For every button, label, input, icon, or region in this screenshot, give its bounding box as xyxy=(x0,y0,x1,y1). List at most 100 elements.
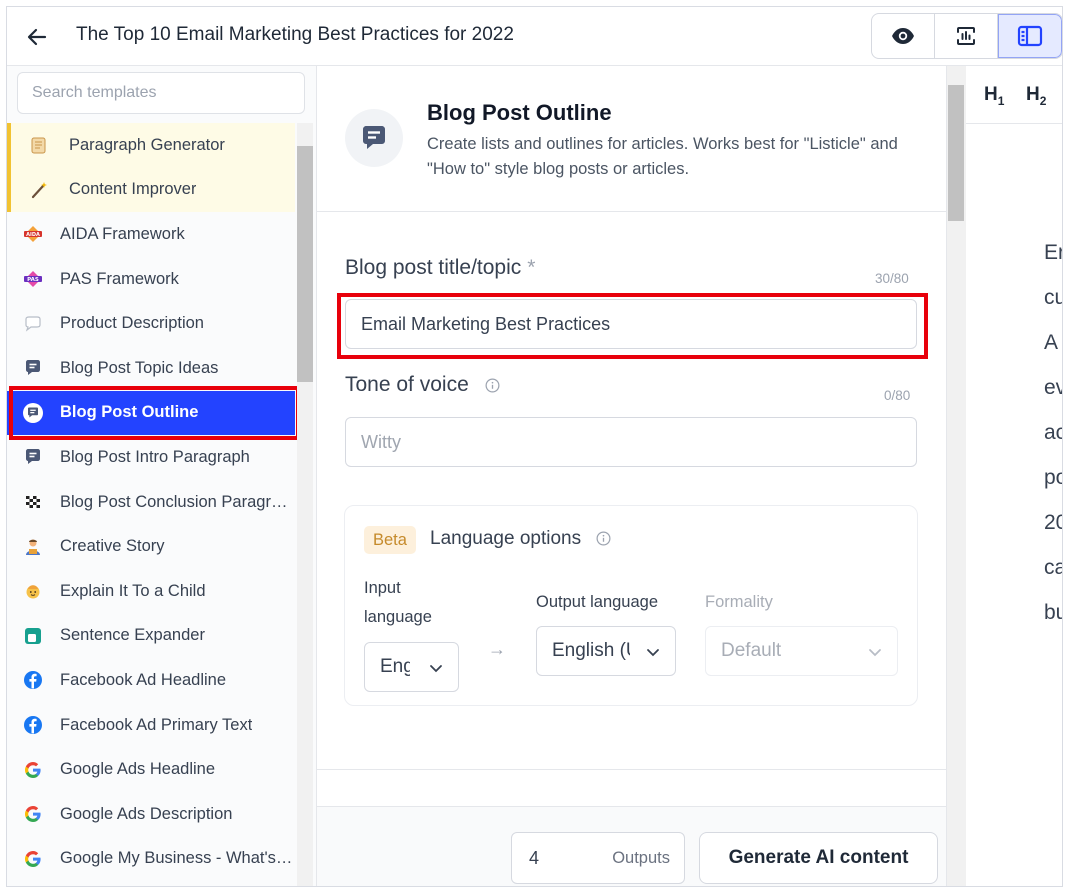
editor-line: 20 xyxy=(1044,511,1062,534)
view-toggle-group xyxy=(871,13,1062,59)
editor-line: A xyxy=(1044,331,1059,354)
checkered-flag-icon xyxy=(23,492,43,512)
heading-2-button[interactable]: H2 xyxy=(1026,84,1046,108)
eye-icon xyxy=(892,28,914,44)
template-header: Blog Post Outline Create lists and outli… xyxy=(317,66,946,212)
document-title: The Top 10 Email Marketing Best Practice… xyxy=(76,24,514,45)
template-item-google-my-business[interactable]: Google My Business - What's New Post xyxy=(7,837,295,882)
scroll-icon xyxy=(29,135,49,155)
formality-value: Default xyxy=(721,640,782,661)
blog-title-input[interactable] xyxy=(345,299,917,349)
child-icon xyxy=(23,581,43,601)
svg-text:PAS: PAS xyxy=(27,277,39,283)
info-icon[interactable] xyxy=(596,531,611,546)
template-item-blog-post-outline[interactable]: Blog Post Outline xyxy=(7,390,295,436)
arrow-left-icon xyxy=(27,28,47,46)
layout-icon xyxy=(1017,25,1043,47)
chevron-down-icon xyxy=(869,649,881,657)
app-window: The Top 10 Email Marketing Best Practice… xyxy=(6,6,1063,887)
template-item-blog-post-topic-ideas[interactable]: Blog Post Topic Ideas xyxy=(7,346,295,391)
template-form-panel: Blog Post Outline Create lists and outli… xyxy=(317,66,946,886)
template-list: Paragraph Generator Content Improver AID… xyxy=(7,123,295,886)
template-item-blog-post-intro-paragraph[interactable]: Blog Post Intro Paragraph xyxy=(7,435,295,480)
formality-label: Formality xyxy=(705,593,773,611)
output-language-value: English (US) xyxy=(552,640,630,661)
editor-toolbar: H1 H2 xyxy=(966,66,1062,124)
editor-line: cu xyxy=(1044,286,1062,309)
search-templates-input[interactable] xyxy=(17,72,305,114)
facebook-icon xyxy=(23,715,43,735)
title-label-text: Blog post title/topic xyxy=(345,256,522,279)
form-scrollbar-thumb[interactable] xyxy=(948,85,964,221)
magic-wand-icon xyxy=(29,180,49,200)
beta-badge: Beta xyxy=(364,526,416,554)
language-options-text: Language options xyxy=(430,528,582,549)
storyteller-icon xyxy=(23,537,43,557)
template-item-facebook-ad-primary-text[interactable]: Facebook Ad Primary Text xyxy=(7,703,295,748)
tone-char-counter: 0/80 xyxy=(884,388,911,403)
editor-content[interactable]: Er cu A ev ac po 20 ca bu xyxy=(1044,230,1063,635)
template-item-sentence-expander[interactable]: Sentence Expander xyxy=(7,614,295,659)
language-options-card: Beta Language options Input language Eng… xyxy=(344,505,918,706)
output-language-select[interactable]: English (US) xyxy=(536,626,676,676)
input-language-value: English xyxy=(380,656,410,677)
editor-line: ev xyxy=(1044,376,1062,399)
document-editor: H1 H2 Er cu A ev ac po 20 ca bu xyxy=(966,66,1063,886)
generate-bar: 4 Outputs Generate AI content xyxy=(317,806,946,886)
template-item-aida-framework[interactable]: AIDA AIDA Framework xyxy=(7,212,295,257)
outputs-value: 4 xyxy=(529,847,540,868)
input-language-select[interactable]: English xyxy=(364,642,459,692)
input-language-label: Input language xyxy=(364,579,432,626)
editor-line: Er xyxy=(1044,241,1063,264)
chat-icon xyxy=(345,109,403,167)
google-icon xyxy=(23,760,43,780)
back-button[interactable] xyxy=(21,23,53,51)
pas-icon: PAS xyxy=(23,269,43,289)
template-item-content-improver[interactable]: Content Improver xyxy=(7,167,295,213)
template-item-paragraph-generator[interactable]: Paragraph Generator xyxy=(7,123,295,168)
template-item-pas-framework[interactable]: PAS PAS Framework xyxy=(7,257,295,302)
heading-1-button[interactable]: H1 xyxy=(984,84,1004,108)
template-description: Create lists and outlines for articles. … xyxy=(427,135,898,178)
google-icon xyxy=(23,849,43,869)
sidebar-scrollbar-thumb[interactable] xyxy=(297,146,313,382)
stats-icon xyxy=(957,27,975,45)
template-item-creative-story[interactable]: Creative Story xyxy=(7,524,295,569)
outputs-count-input[interactable]: 4 Outputs xyxy=(511,832,685,884)
title-char-counter: 30/80 xyxy=(875,271,909,286)
tone-field-label: Tone of voice xyxy=(345,373,500,397)
required-marker: * xyxy=(527,256,536,279)
chat-icon xyxy=(23,447,43,467)
template-item-facebook-ad-headline[interactable]: Facebook Ad Headline xyxy=(7,658,295,703)
divider xyxy=(317,769,946,770)
tone-label-text: Tone of voice xyxy=(345,373,469,396)
aida-icon: AIDA xyxy=(23,224,43,244)
chevron-down-icon xyxy=(647,649,659,657)
template-item-explain-it-to-a-child[interactable]: Explain It To a Child xyxy=(7,569,295,614)
tone-of-voice-input[interactable] xyxy=(345,417,917,467)
editor-line: ca xyxy=(1044,556,1062,579)
editor-line: po xyxy=(1044,466,1062,489)
title-field-label: Blog post title/topic * xyxy=(345,256,535,280)
template-item-product-description[interactable]: Product Description xyxy=(7,301,295,346)
editor-line: ac xyxy=(1044,421,1062,444)
chat-icon xyxy=(23,358,43,378)
info-icon[interactable] xyxy=(485,378,500,393)
output-language-label: Output language xyxy=(536,593,659,611)
generate-ai-content-button[interactable]: Generate AI content xyxy=(699,832,938,884)
preview-button[interactable] xyxy=(872,14,935,58)
google-icon xyxy=(23,804,43,824)
template-item-blog-post-conclusion-paragraph[interactable]: Blog Post Conclusion Paragraph xyxy=(7,480,295,525)
facebook-icon xyxy=(23,670,43,690)
template-item-google-ads-headline[interactable]: Google Ads Headline xyxy=(7,747,295,792)
chat-icon xyxy=(23,402,43,423)
speech-bubble-icon xyxy=(23,314,43,334)
chevron-down-icon xyxy=(430,665,442,673)
template-item-google-ads-description[interactable]: Google Ads Description xyxy=(7,792,295,837)
editor-line: bu xyxy=(1044,601,1062,624)
layout-button[interactable] xyxy=(998,14,1062,58)
stats-button[interactable] xyxy=(935,14,998,58)
top-bar: The Top 10 Email Marketing Best Practice… xyxy=(7,7,1062,66)
expand-icon xyxy=(23,626,43,646)
outputs-label: Outputs xyxy=(612,848,670,867)
